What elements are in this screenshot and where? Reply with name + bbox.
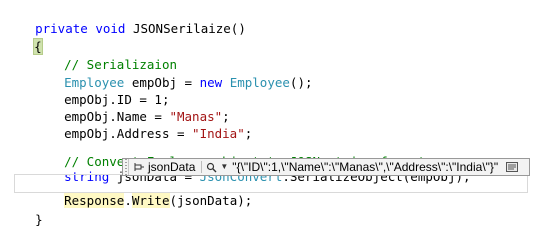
member-dot: .: [124, 193, 132, 208]
dropdown-arrow-icon[interactable]: ▼: [220, 159, 228, 175]
keyword-private: private: [35, 21, 88, 36]
code-editor[interactable]: private void JSONSerilaize() { // Serial…: [0, 0, 540, 227]
code-line-set-id[interactable]: empObj.ID = 1;: [34, 73, 169, 107]
datatip-separator: [201, 161, 203, 173]
datatip-value: "{\"ID\":1,\"Name\":\"Manas\",\"Address\…: [232, 160, 499, 174]
code-line-open-brace[interactable]: {: [4, 20, 43, 55]
code-line-response-write[interactable]: Response.Write(jsonData);: [34, 174, 252, 208]
keyword-new: new: [199, 75, 223, 90]
datatip-variable-name: jsonData: [148, 160, 196, 174]
close-brace: }: [35, 212, 43, 227]
ctor-parens: ();: [289, 75, 313, 90]
response-reference: Response: [64, 193, 125, 208]
code-line-close-brace[interactable]: }: [5, 193, 43, 227]
keyword-void: void: [95, 21, 126, 36]
write-args: (jsonData);: [169, 193, 253, 208]
code-line-comment-serialization[interactable]: // Serializaion: [34, 38, 177, 72]
code-line-set-address[interactable]: empObj.Address = "India";: [34, 107, 252, 141]
magnifier-icon[interactable]: [206, 161, 218, 173]
type-employee-ctor: Employee: [229, 75, 290, 90]
code-line-set-name[interactable]: empObj.Name = "Manas";: [34, 90, 230, 124]
code-line-new-employee[interactable]: Employee empObj = new Employee();: [34, 56, 312, 90]
drag-grip[interactable]: [123, 159, 129, 175]
code-line-method-signature[interactable]: private void JSONSerilaize(): [5, 2, 246, 36]
write-method: Write: [131, 193, 170, 208]
pin-icon[interactable]: [133, 161, 145, 173]
method-name: JSONSerilaize(): [125, 21, 246, 36]
text-visualizer-icon[interactable]: [506, 161, 519, 173]
editor-gutter: [0, 0, 3, 212]
datatip-popup[interactable]: jsonData ▼ "{\"ID\":1,\"Name\":\"Manas\"…: [122, 158, 530, 176]
